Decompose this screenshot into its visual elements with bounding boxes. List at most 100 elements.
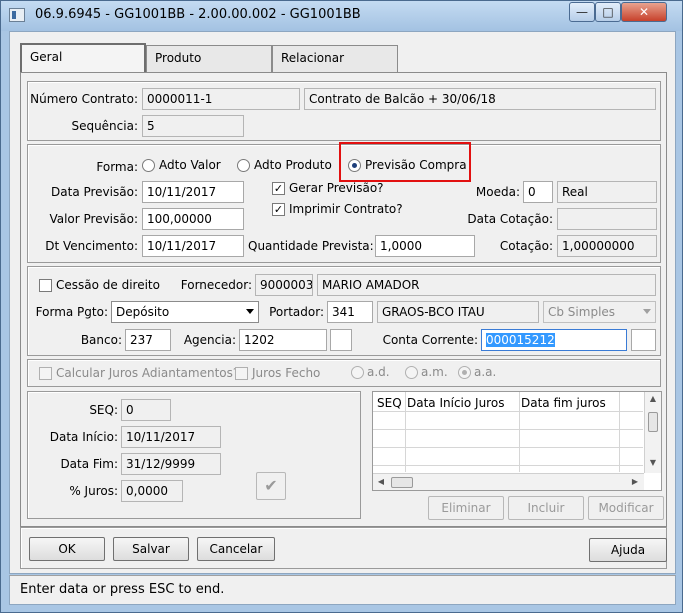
grid-horizontal-scrollbar[interactable]: ◀ ▶ <box>373 473 644 490</box>
table-row[interactable] <box>373 430 643 448</box>
seq-field[interactable]: 0 <box>121 399 171 421</box>
radio-adto-valor[interactable] <box>142 159 155 172</box>
radio-ad[interactable] <box>351 366 364 379</box>
juros-fecho-label: Juros Fecho <box>252 366 321 380</box>
quantidade-prevista-label: Quantidade Prevista: <box>248 239 374 253</box>
table-row[interactable] <box>373 412 643 430</box>
sequencia-field[interactable]: 5 <box>142 115 244 137</box>
fornecedor-code-field[interactable]: 90000035 <box>255 274 313 296</box>
numero-contrato-field[interactable]: 0000011-1 <box>142 88 300 110</box>
ok-button[interactable]: OK <box>29 537 105 561</box>
radio-am-label: a.m. <box>421 365 448 379</box>
contrato-descricao-field[interactable]: Contrato de Balcão + 30/06/18 <box>304 88 656 110</box>
data-previsao-field[interactable]: 10/11/2017 <box>142 181 244 203</box>
minimize-button[interactable]: — <box>569 2 595 22</box>
tab-geral[interactable]: Geral <box>20 43 146 72</box>
gerar-previsao-checkbox[interactable]: ✓ <box>272 182 285 195</box>
radio-adto-produto[interactable] <box>237 159 250 172</box>
data-cotacao-field[interactable] <box>557 208 657 230</box>
portador-name-field[interactable]: GRAOS-BCO ITAU <box>377 301 539 323</box>
cancelar-button[interactable]: Cancelar <box>197 537 275 561</box>
moeda-descricao-field[interactable]: Real <box>557 181 657 203</box>
cessao-direito-checkbox[interactable] <box>39 279 52 292</box>
footer-group: OK Salvar Cancelar Ajuda <box>20 527 667 569</box>
cessao-direito-label: Cessão de direito <box>56 278 160 292</box>
calcular-juros-label: Calcular Juros Adiantamentos? <box>56 366 240 380</box>
valor-previsao-label: Valor Previsão: <box>49 212 138 226</box>
juros-grid[interactable]: SEQ Data Início Juros Data fim juros ▲ ▼… <box>372 391 662 491</box>
confirm-button[interactable]: ✔ <box>256 472 286 500</box>
agencia-field[interactable]: 1202 <box>239 329 327 351</box>
perc-juros-field[interactable]: 0,0000 <box>121 480 183 502</box>
scroll-thumb[interactable] <box>391 477 413 488</box>
juros-options-group: Calcular Juros Adiantamentos? Juros Fech… <box>27 359 661 387</box>
data-inicio-field[interactable]: 10/11/2017 <box>121 426 221 448</box>
radio-aa-label: a.a. <box>474 365 497 379</box>
conta-corrente-label: Conta Corrente: <box>382 333 478 347</box>
scroll-up-icon[interactable]: ▲ <box>645 394 661 403</box>
dt-vencimento-field[interactable]: 10/11/2017 <box>142 235 244 257</box>
radio-previsao-compra[interactable] <box>348 159 361 172</box>
imprimir-contrato-label: Imprimir Contrato? <box>289 202 403 216</box>
chevron-down-icon <box>643 309 651 314</box>
carteira-value: Cb Simples <box>548 305 616 319</box>
forma-label: Forma: <box>96 160 138 174</box>
valor-previsao-field[interactable]: 100,00000 <box>142 208 244 230</box>
data-previsao-label: Data Previsão: <box>51 185 138 199</box>
eliminar-button[interactable]: Eliminar <box>428 496 504 520</box>
tab-produto[interactable]: Produto <box>146 45 272 72</box>
conta-corrente-field[interactable]: 000015212 <box>481 329 627 351</box>
scroll-right-icon[interactable]: ▶ <box>629 477 641 486</box>
salvar-button[interactable]: Salvar <box>113 537 189 561</box>
agencia-label: Agencia: <box>183 333 236 347</box>
agencia-dv-field[interactable] <box>330 329 352 351</box>
window-title: 06.9.6945 - GG1001BB - 2.00.00.002 - GG1… <box>35 7 361 22</box>
incluir-button[interactable]: Incluir <box>508 496 584 520</box>
grid-vertical-scrollbar[interactable]: ▲ ▼ <box>644 392 661 473</box>
status-text: Enter data or press ESC to end. <box>20 582 225 597</box>
grid-header-row <box>373 392 643 412</box>
radio-ad-label: a.d. <box>367 365 390 379</box>
radio-aa[interactable] <box>458 366 471 379</box>
maximize-button[interactable]: □ <box>595 2 621 22</box>
application-window: 06.9.6945 - GG1001BB - 2.00.00.002 - GG1… <box>0 0 683 613</box>
banco-field[interactable]: 237 <box>125 329 171 351</box>
scroll-thumb[interactable] <box>648 412 658 432</box>
sequencia-label: Sequência: <box>71 119 138 133</box>
app-icon <box>9 8 25 22</box>
tab-relacionar[interactable]: Relacionar <box>272 45 398 72</box>
data-fim-label: Data Fim: <box>60 457 118 471</box>
radio-adto-produto-label: Adto Produto <box>254 158 332 172</box>
numero-contrato-label: Número Contrato: <box>30 92 138 106</box>
calcular-juros-checkbox[interactable] <box>39 367 52 380</box>
radio-adto-valor-label: Adto Valor <box>159 158 221 172</box>
ajuda-button[interactable]: Ajuda <box>589 538 667 562</box>
juros-fecho-checkbox[interactable] <box>235 367 248 380</box>
modificar-button[interactable]: Modificar <box>588 496 664 520</box>
moeda-field[interactable]: 0 <box>523 181 553 203</box>
status-bar: Enter data or press ESC to end. <box>9 575 676 605</box>
close-button[interactable]: ✕ <box>621 2 667 22</box>
table-row[interactable] <box>373 448 643 466</box>
carteira-select[interactable]: Cb Simples <box>543 301 656 323</box>
dt-vencimento-label: Dt Vencimento: <box>45 239 138 253</box>
title-bar[interactable]: 06.9.6945 - GG1001BB - 2.00.00.002 - GG1… <box>1 1 682 31</box>
forma-pgto-select[interactable]: Depósito <box>111 301 259 323</box>
radio-am[interactable] <box>405 366 418 379</box>
fornecedor-name-field[interactable]: MARIO AMADOR <box>317 274 656 296</box>
fornecedor-label: Fornecedor: <box>180 278 252 292</box>
scroll-left-icon[interactable]: ◀ <box>375 477 387 486</box>
forma-group: Forma: Adto Valor Adto Produto Previsão … <box>27 142 661 263</box>
data-fim-field[interactable]: 31/12/9999 <box>121 453 221 475</box>
imprimir-contrato-checkbox[interactable]: ✓ <box>272 203 285 216</box>
portador-label: Portador: <box>269 305 324 319</box>
conta-dv-field[interactable] <box>631 329 656 351</box>
scroll-down-icon[interactable]: ▼ <box>645 458 661 467</box>
cotacao-field[interactable]: 1,00000000 <box>557 235 657 257</box>
tab-panel-geral: Número Contrato: 0000011-1 Contrato de B… <box>20 72 667 527</box>
fornecedor-group: Cessão de direito Fornecedor: 90000035 M… <box>27 266 661 356</box>
portador-code-field[interactable]: 341 <box>327 301 373 323</box>
data-inicio-label: Data Início: <box>49 430 118 444</box>
radio-previsao-compra-label: Previsão Compra <box>365 158 467 172</box>
gerar-previsao-label: Gerar Previsão? <box>289 181 384 195</box>
